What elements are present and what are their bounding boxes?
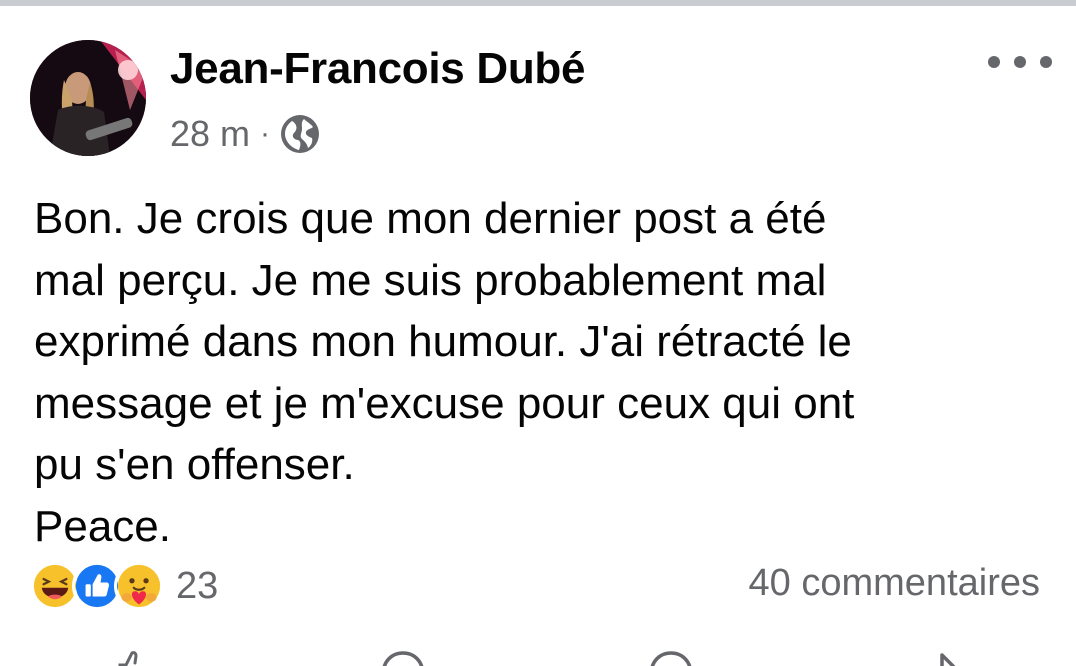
post-text: Bon. Je crois que mon dernier post a été… [34, 194, 855, 551]
share-action-icon[interactable] [920, 649, 964, 666]
post-meta: 28 m · [170, 110, 322, 158]
more-dot [988, 56, 1000, 68]
post-time[interactable]: 28 m [170, 113, 250, 155]
meta-separator: · [260, 117, 271, 150]
reaction-summary[interactable]: 23 [30, 560, 218, 612]
author-name[interactable]: Jean-Francois Dubé [170, 44, 585, 94]
globe-icon[interactable] [278, 112, 322, 156]
comments-count[interactable]: 40 commentaires [749, 562, 1040, 605]
more-options-icon[interactable] [988, 48, 1052, 76]
message-action-icon[interactable] [648, 649, 694, 666]
more-dot [1040, 56, 1052, 68]
more-dot [1014, 56, 1026, 68]
reaction-count: 23 [176, 564, 219, 607]
top-divider [0, 0, 1076, 6]
like-action-icon[interactable] [112, 649, 152, 666]
care-icon [114, 561, 164, 611]
action-bar [0, 645, 1076, 666]
author-avatar[interactable] [30, 40, 146, 156]
comment-action-icon[interactable] [380, 649, 426, 666]
